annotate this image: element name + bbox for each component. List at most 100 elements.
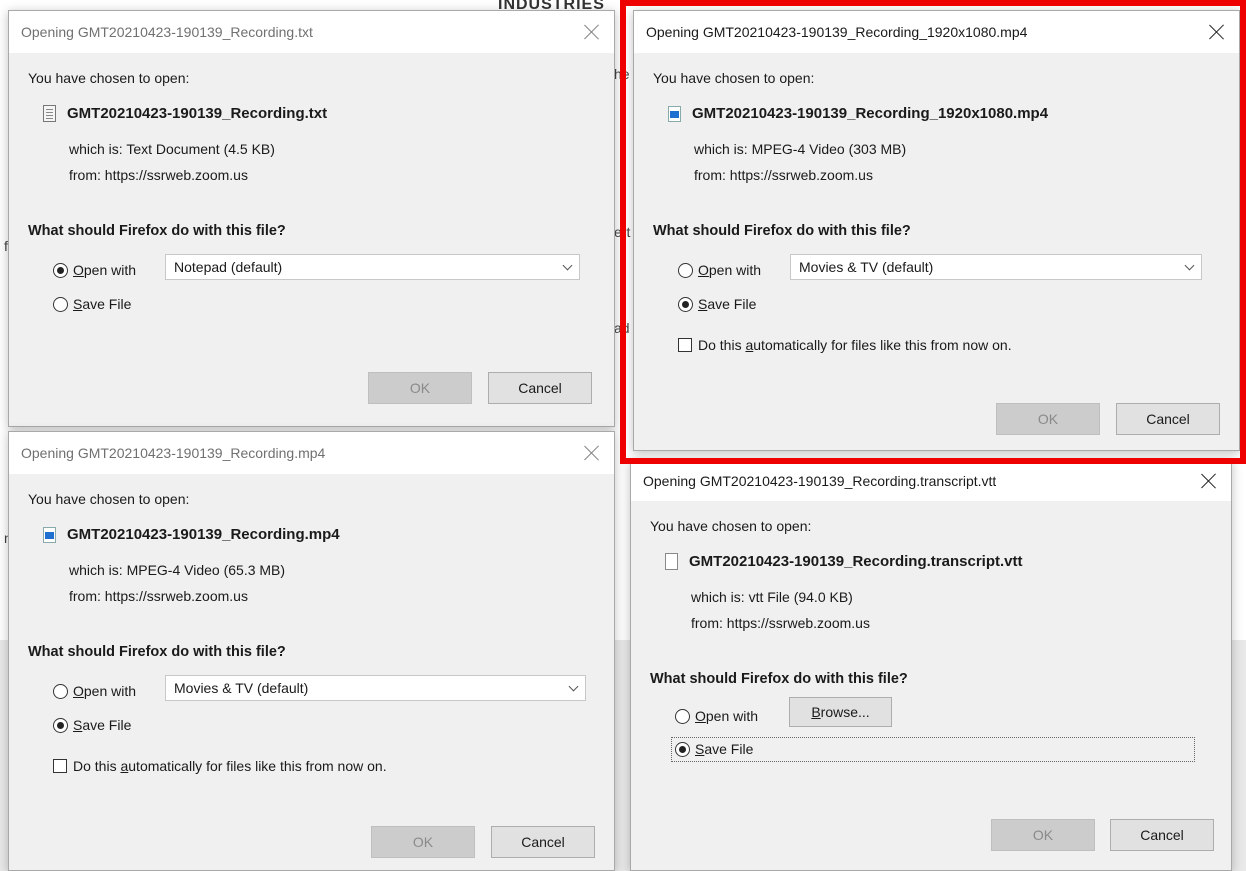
close-icon[interactable]: [1201, 473, 1217, 489]
save-file-label: ave File: [82, 717, 132, 733]
checkbox-indicator[interactable]: [678, 338, 692, 352]
dialog-title: Opening GMT20210423-190139_Recording_192…: [646, 24, 1028, 40]
file-source: from: https://ssrweb.zoom.us: [69, 167, 248, 183]
open-dialog-mp4-1080: Opening GMT20210423-190139_Recording_192…: [633, 10, 1240, 451]
file-line: GMT20210423-190139_Recording.txt: [43, 105, 327, 122]
open-dialog-vtt: Opening GMT20210423-190139_Recording.tra…: [630, 460, 1232, 871]
close-icon[interactable]: [584, 24, 600, 40]
open-with-label: pen with: [83, 262, 137, 278]
open-with-label: pen with: [708, 262, 762, 278]
open-with-app-select[interactable]: Movies & TV (default): [790, 254, 1202, 280]
dialog-titlebar[interactable]: Opening GMT20210423-190139_Recording.tra…: [631, 461, 1231, 501]
selected-app: Movies & TV (default): [799, 259, 934, 275]
chosen-label: You have chosen to open:: [653, 70, 815, 86]
background-fragment: ad: [614, 320, 630, 336]
chevron-down-icon: [568, 681, 579, 691]
video-file-icon: [668, 105, 681, 122]
dialog-titlebar[interactable]: Opening GMT20210423-190139_Recording_192…: [634, 11, 1239, 53]
file-line: GMT20210423-190139_Recording_1920x1080.m…: [668, 105, 1048, 122]
file-type-info: which is: MPEG-4 Video (65.3 MB): [69, 562, 286, 578]
ok-button[interactable]: OK: [996, 403, 1100, 435]
dialog-titlebar[interactable]: Opening GMT20210423-190139_Recording.mp4: [9, 432, 614, 474]
save-file-label: ave File: [704, 741, 754, 757]
open-with-app-select[interactable]: Movies & TV (default): [165, 675, 586, 701]
file-source: from: https://ssrweb.zoom.us: [69, 588, 248, 604]
browse-label: rowse...: [820, 704, 870, 720]
background-fragment: he: [614, 66, 630, 82]
auto-label-pre: Do this: [73, 758, 117, 774]
file-name: GMT20210423-190139_Recording.txt: [67, 105, 328, 122]
accel-key: a: [120, 758, 129, 774]
open-with-app-select[interactable]: Notepad (default): [165, 254, 580, 280]
chevron-down-icon: [1184, 260, 1195, 270]
action-question: What should Firefox do with this file?: [28, 644, 286, 660]
chosen-label: You have chosen to open:: [28, 70, 190, 86]
accel-key: O: [695, 708, 706, 724]
auto-action-checkbox[interactable]: Do this a utomatically for files like thi…: [53, 758, 387, 774]
dialog-title: Opening GMT20210423-190139_Recording.txt: [21, 24, 313, 40]
radio-indicator[interactable]: [53, 262, 68, 278]
accel-key: S: [73, 717, 83, 733]
close-icon[interactable]: [1209, 24, 1225, 40]
text-document-icon: [43, 105, 56, 122]
ok-button[interactable]: OK: [371, 826, 475, 858]
chevron-down-icon: [562, 260, 573, 270]
cancel-button[interactable]: Cancel: [491, 826, 595, 858]
accel-key: a: [745, 337, 754, 353]
radio-indicator[interactable]: [675, 708, 690, 724]
file-source: from: https://ssrweb.zoom.us: [691, 615, 870, 631]
selected-app: Movies & TV (default): [174, 680, 309, 696]
file-name: GMT20210423-190139_Recording_1920x1080.m…: [692, 105, 1049, 122]
file-line: GMT20210423-190139_Recording.mp4: [43, 526, 340, 543]
file-type-info: which is: Text Document (4.5 KB): [69, 141, 275, 157]
ok-button[interactable]: OK: [991, 819, 1095, 851]
open-with-radio[interactable]: Open with: [53, 262, 136, 278]
save-file-label: ave File: [707, 296, 757, 312]
open-with-radio[interactable]: Open with: [678, 262, 761, 278]
background-fragment: ert: [614, 224, 631, 240]
open-dialog-txt: Opening GMT20210423-190139_Recording.txt…: [8, 10, 615, 427]
cancel-button[interactable]: Cancel: [1110, 819, 1214, 851]
accel-key: O: [73, 262, 84, 278]
open-with-label: pen with: [705, 708, 759, 724]
action-question: What should Firefox do with this file?: [653, 223, 911, 239]
dialog-title: Opening GMT20210423-190139_Recording.tra…: [643, 473, 997, 489]
open-with-radio[interactable]: Open with: [675, 708, 758, 724]
radio-indicator[interactable]: [678, 296, 693, 312]
open-with-radio[interactable]: Open with: [53, 683, 136, 699]
blank-file-icon: [665, 553, 678, 570]
auto-action-checkbox[interactable]: Do this a utomatically for files like thi…: [678, 337, 1012, 353]
accel-key: S: [698, 296, 708, 312]
file-name: GMT20210423-190139_Recording.mp4: [67, 526, 340, 543]
accel-key: O: [73, 683, 84, 699]
accel-key: O: [698, 262, 709, 278]
save-file-radio[interactable]: Save File: [53, 296, 131, 312]
file-source: from: https://ssrweb.zoom.us: [694, 167, 873, 183]
browse-button[interactable]: Browse...: [789, 697, 892, 727]
auto-label-pre: Do this: [698, 337, 742, 353]
open-dialog-mp4: Opening GMT20210423-190139_Recording.mp4…: [8, 431, 615, 871]
selected-app: Notepad (default): [174, 259, 283, 275]
save-file-radio[interactable]: Save File: [53, 717, 131, 733]
accel-key: S: [695, 741, 705, 757]
auto-label-post: utomatically for files like this from no…: [128, 758, 387, 774]
close-icon[interactable]: [584, 445, 600, 461]
radio-indicator[interactable]: [53, 296, 68, 312]
save-file-radio[interactable]: Save File: [678, 296, 756, 312]
checkbox-indicator[interactable]: [53, 759, 67, 773]
radio-indicator[interactable]: [678, 262, 693, 278]
ok-button[interactable]: OK: [368, 372, 472, 404]
cancel-button[interactable]: Cancel: [1116, 403, 1220, 435]
radio-indicator[interactable]: [53, 717, 68, 733]
dialog-title: Opening GMT20210423-190139_Recording.mp4: [21, 445, 326, 461]
action-question: What should Firefox do with this file?: [650, 671, 908, 687]
file-name: GMT20210423-190139_Recording.transcript.…: [689, 553, 1023, 570]
action-question: What should Firefox do with this file?: [28, 223, 286, 239]
radio-indicator[interactable]: [675, 741, 690, 757]
dialog-titlebar[interactable]: Opening GMT20210423-190139_Recording.txt: [9, 11, 614, 53]
save-file-radio[interactable]: Save File: [675, 741, 753, 757]
cancel-button[interactable]: Cancel: [488, 372, 592, 404]
radio-indicator[interactable]: [53, 683, 68, 699]
chosen-label: You have chosen to open:: [650, 518, 812, 534]
file-type-info: which is: MPEG-4 Video (303 MB): [694, 141, 907, 157]
